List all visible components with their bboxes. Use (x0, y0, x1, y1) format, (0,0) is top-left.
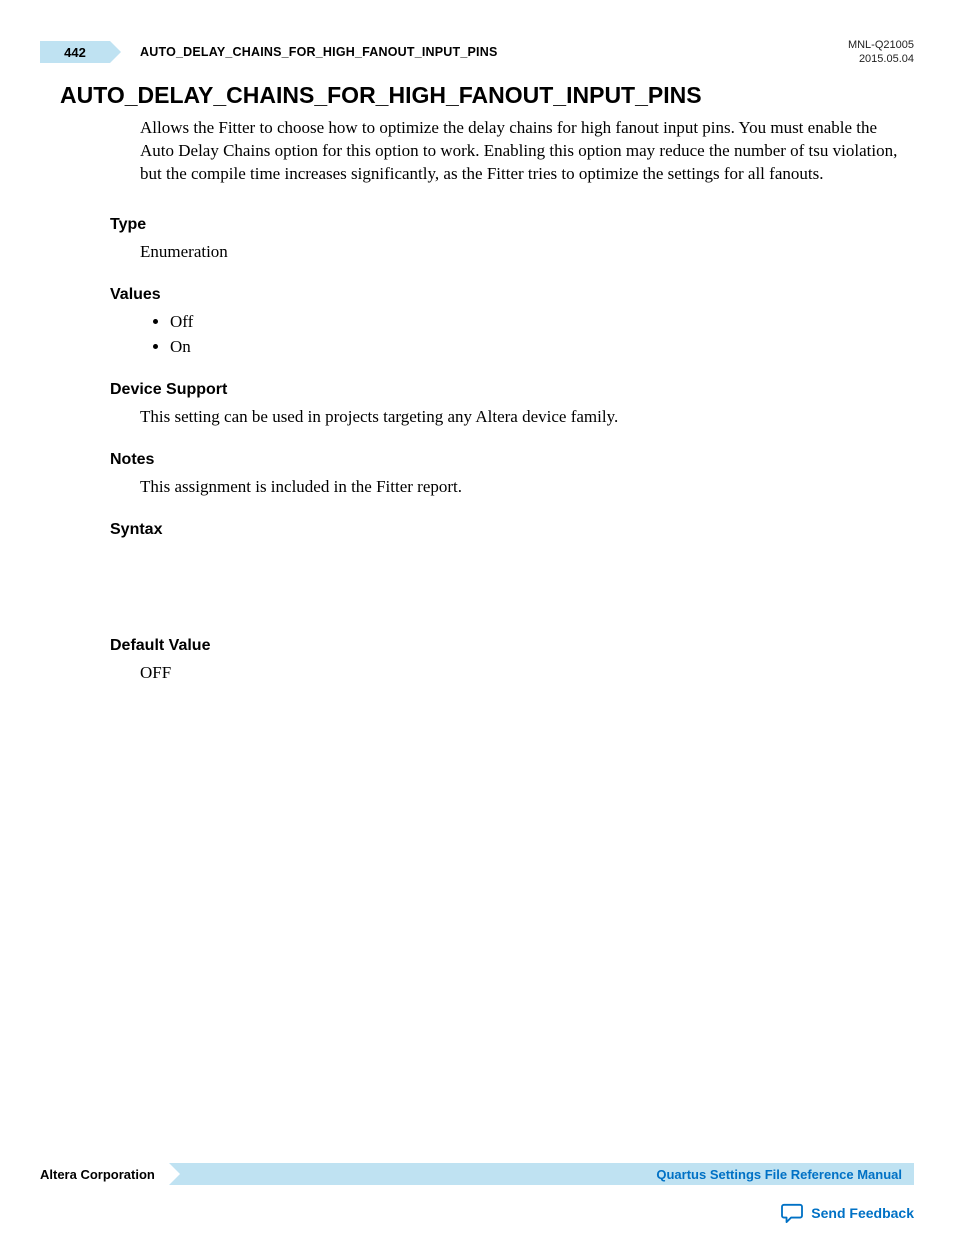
page-number: 442 (64, 45, 86, 60)
manual-title-link[interactable]: Quartus Settings File Reference Manual (656, 1167, 914, 1182)
send-feedback-link[interactable]: Send Feedback (781, 1203, 914, 1223)
notes-heading: Notes (110, 451, 914, 469)
syntax-body-empty (40, 545, 914, 615)
values-heading: Values (110, 286, 914, 304)
document-reference: MNL-Q21005 (848, 38, 914, 52)
header-meta: MNL-Q21005 2015.05.04 (848, 38, 914, 67)
page-number-badge: 442 (40, 41, 110, 63)
default-value-heading: Default Value (110, 637, 914, 655)
values-list: Off On (140, 310, 914, 360)
page-header: 442 AUTO_DELAY_CHAINS_FOR_HIGH_FANOUT_IN… (40, 38, 914, 67)
document-date: 2015.05.04 (848, 52, 914, 66)
page-content: AUTO_DELAY_CHAINS_FOR_HIGH_FANOUT_INPUT_… (40, 82, 914, 685)
notes-body: This assignment is included in the Fitte… (140, 475, 914, 499)
speech-bubble-icon (781, 1203, 803, 1223)
header-left: 442 AUTO_DELAY_CHAINS_FOR_HIGH_FANOUT_IN… (40, 41, 497, 63)
running-title: AUTO_DELAY_CHAINS_FOR_HIGH_FANOUT_INPUT_… (140, 45, 497, 59)
list-item: Off (170, 310, 914, 334)
default-value-body: OFF (140, 661, 914, 685)
footer-company: Altera Corporation (0, 1163, 169, 1185)
syntax-heading: Syntax (110, 521, 914, 539)
device-support-heading: Device Support (110, 381, 914, 399)
device-support-body: This setting can be used in projects tar… (140, 405, 914, 429)
page-footer: Altera Corporation Quartus Settings File… (40, 1163, 914, 1185)
description-paragraph: Allows the Fitter to choose how to optim… (140, 117, 914, 186)
type-heading: Type (110, 216, 914, 234)
list-item: On (170, 335, 914, 359)
footer-banner: Altera Corporation Quartus Settings File… (40, 1163, 914, 1185)
type-value: Enumeration (140, 240, 914, 264)
send-feedback-label: Send Feedback (811, 1205, 914, 1221)
page-title: AUTO_DELAY_CHAINS_FOR_HIGH_FANOUT_INPUT_… (60, 82, 914, 109)
